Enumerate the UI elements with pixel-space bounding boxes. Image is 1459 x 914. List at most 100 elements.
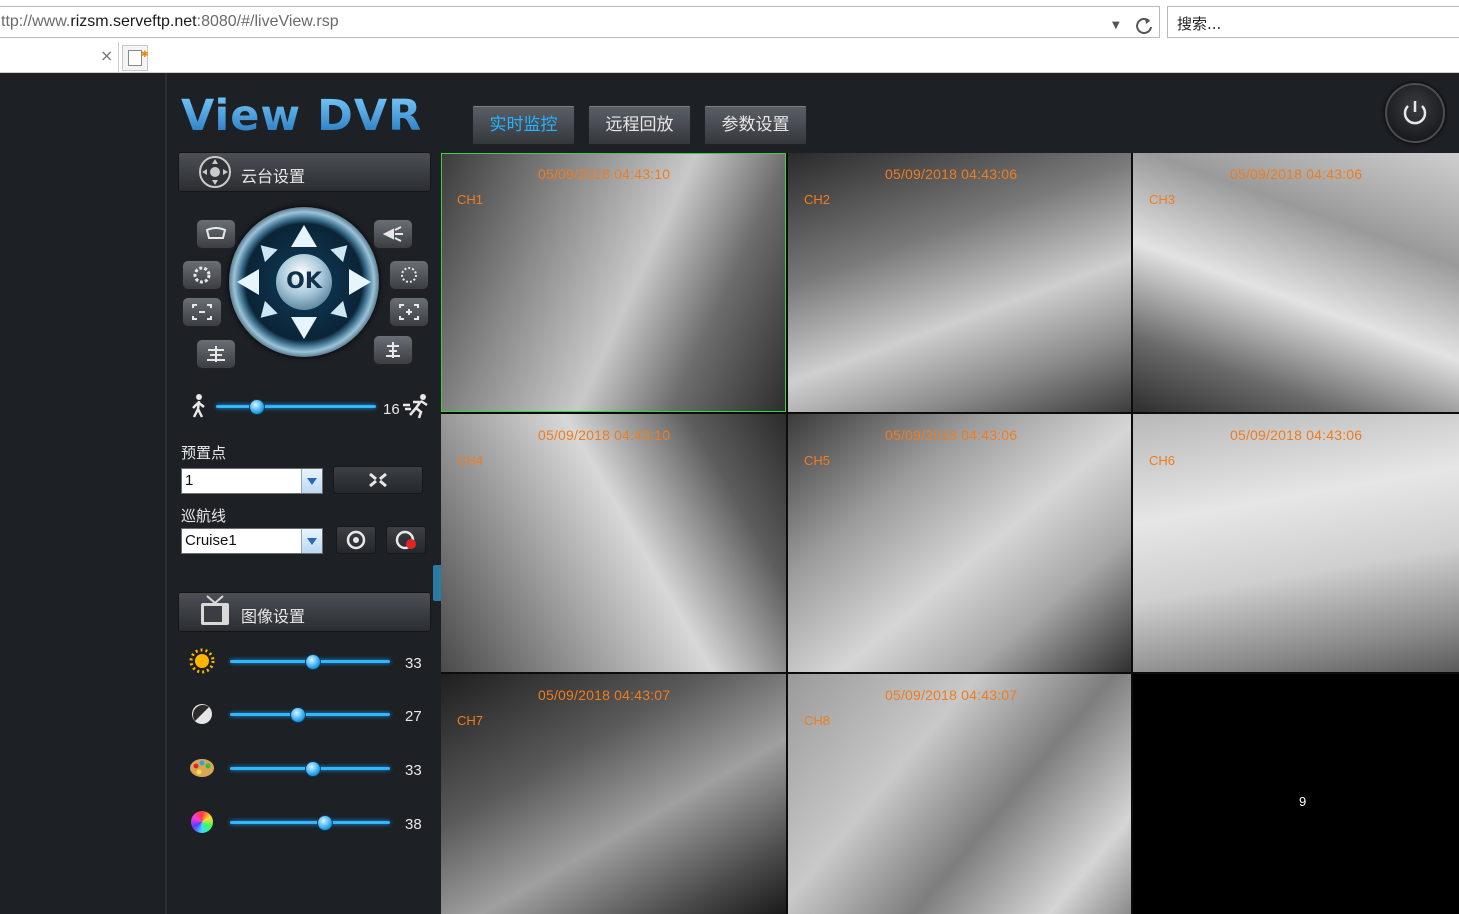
camera-tile-ch2[interactable]: 05/09/2018 04:43:06 CH2 — [788, 153, 1131, 412]
app-logo: View DVR — [181, 91, 423, 141]
walk-icon — [192, 394, 205, 418]
iris-close-icon — [193, 266, 211, 284]
iris-open-icon — [401, 267, 417, 283]
camera-tile-ch8[interactable]: 05/09/2018 04:43:07 CH8 — [788, 674, 1131, 914]
url-host: rizsm.serveftp.net — [70, 13, 197, 30]
camera-label: CH2 — [804, 192, 831, 207]
down-arrow-icon[interactable] — [291, 317, 317, 339]
zoom-out-button[interactable] — [182, 297, 222, 327]
search-placeholder: 搜索... — [1177, 15, 1222, 33]
collapse-panel-handle[interactable] — [433, 565, 441, 601]
camera-label: CH6 — [1149, 453, 1176, 468]
address-dropdown-icon[interactable]: ▼ — [1112, 20, 1120, 31]
contrast-value: 27 — [405, 708, 422, 725]
up-left-arrow-icon[interactable] — [254, 238, 278, 263]
hue-value: 38 — [405, 816, 422, 833]
cruise-start-icon — [346, 530, 366, 550]
url-prefix: ttp://www. — [1, 13, 71, 30]
up-arrow-icon[interactable] — [291, 225, 317, 247]
tab-playback[interactable]: 远程回放 — [588, 105, 691, 145]
zoom-in-icon — [399, 304, 419, 320]
camera-label: CH8 — [804, 713, 831, 728]
zoom-in-button[interactable] — [389, 297, 429, 327]
up-right-arrow-icon[interactable] — [330, 238, 354, 263]
camera-label: CH3 — [1149, 192, 1176, 207]
refresh-icon[interactable] — [1134, 16, 1154, 36]
contrast-icon — [192, 704, 212, 724]
camera-timestamp: 05/09/2018 04:43:06 — [1230, 166, 1363, 182]
wiper-icon — [205, 227, 227, 239]
camera-tile-ch5[interactable]: 05/09/2018 04:43:06 CH5 — [788, 414, 1131, 672]
brightness-slider[interactable] — [304, 654, 321, 670]
stop-cruise-button[interactable] — [386, 526, 426, 554]
tile-number: 9 — [1299, 794, 1307, 809]
chevron-down-icon[interactable] — [301, 529, 322, 553]
camera-timestamp: 05/09/2018 04:43:06 — [885, 427, 1018, 443]
power-icon — [1403, 101, 1427, 125]
zoom-out-icon — [192, 304, 212, 320]
preset-label: 预置点 — [181, 444, 227, 462]
camera-label: CH7 — [457, 713, 484, 728]
hue-slider[interactable] — [317, 815, 334, 831]
camera-tile-ch6[interactable]: 05/09/2018 04:43:06 CH6 — [1133, 414, 1459, 672]
image-panel-header[interactable]: 图像设置 — [178, 592, 431, 632]
start-cruise-button[interactable] — [336, 526, 376, 554]
iris-close-button[interactable] — [182, 260, 222, 290]
new-tab-button[interactable]: ✱ — [122, 45, 149, 71]
light-button[interactable] — [373, 219, 413, 249]
wiper-button[interactable] — [196, 219, 236, 249]
close-icon[interactable]: × — [100, 46, 113, 65]
ptz-speed-value: 16 — [383, 401, 400, 418]
url-text[interactable]: ttp://www.rizsm.serveftp.net:8080/#/live… — [1, 13, 339, 31]
left-arrow-icon[interactable] — [237, 269, 259, 295]
ptz-speed-slider[interactable] — [249, 399, 265, 415]
focus-far-button[interactable] — [373, 335, 413, 365]
search-field[interactable]: 搜索... — [1167, 6, 1459, 38]
camera-tile-ch4[interactable]: 05/09/2018 04:43:10 CH4 — [441, 414, 786, 672]
camera-tile-ch1[interactable]: 05/09/2018 04:43:10 CH1 — [441, 153, 786, 412]
power-button[interactable] — [1385, 83, 1445, 143]
camera-label: CH1 — [457, 192, 484, 207]
camera-label: CH4 — [457, 453, 484, 468]
ptz-joystick[interactable]: OK — [229, 207, 379, 357]
browser-address-row: ttp://www.rizsm.serveftp.net:8080/#/live… — [0, 0, 1459, 43]
down-left-arrow-icon[interactable] — [254, 300, 278, 325]
camera-label: CH5 — [804, 453, 831, 468]
hue-track[interactable] — [230, 821, 390, 824]
chevron-down-icon[interactable] — [301, 469, 322, 493]
right-arrow-icon[interactable] — [349, 269, 371, 295]
ok-button[interactable]: OK — [276, 254, 332, 310]
saturation-slider[interactable] — [304, 761, 321, 777]
camera-timestamp: 05/09/2018 04:43:10 — [538, 166, 671, 182]
new-tab-icon: ✱ — [128, 50, 149, 66]
camera-tile-empty[interactable]: 9 — [1133, 674, 1459, 914]
focus-near-icon — [207, 346, 225, 362]
preset-select-value: 1 — [185, 472, 194, 489]
tab-settings[interactable]: 参数设置 — [704, 105, 807, 145]
down-right-arrow-icon[interactable] — [330, 300, 354, 325]
camera-timestamp: 05/09/2018 04:43:06 — [1230, 427, 1363, 443]
browser-tab[interactable]: × — [0, 42, 119, 72]
goto-preset-icon — [369, 472, 387, 488]
ptz-panel-header[interactable]: 云台设置 — [178, 152, 431, 192]
tab-live-view[interactable]: 实时监控 — [472, 105, 575, 145]
iris-open-button[interactable] — [389, 260, 429, 290]
contrast-track[interactable] — [230, 713, 390, 716]
left-margin — [0, 73, 167, 914]
call-preset-button[interactable] — [333, 466, 423, 494]
light-icon — [382, 226, 403, 242]
brightness-value: 33 — [405, 655, 422, 672]
preset-select[interactable]: 1 — [181, 468, 323, 494]
address-bar[interactable]: ttp://www.rizsm.serveftp.net:8080/#/live… — [0, 6, 1160, 38]
cruise-select[interactable]: Cruise1 — [181, 528, 323, 554]
focus-near-button[interactable] — [196, 339, 236, 369]
ptz-speed-track[interactable] — [216, 405, 376, 408]
contrast-slider[interactable] — [289, 707, 306, 723]
url-rest: :8080/#/liveView.rsp — [196, 13, 339, 30]
run-icon — [403, 394, 428, 419]
cruise-label: 巡航线 — [181, 507, 227, 525]
brightness-icon — [189, 648, 215, 674]
camera-tile-ch7[interactable]: 05/09/2018 04:43:07 CH7 — [441, 674, 786, 914]
camera-tile-ch3[interactable]: 05/09/2018 04:43:06 CH3 — [1133, 153, 1459, 412]
video-grid: 05/09/2018 04:43:10 CH1 05/09/2018 04:43… — [441, 153, 1459, 914]
